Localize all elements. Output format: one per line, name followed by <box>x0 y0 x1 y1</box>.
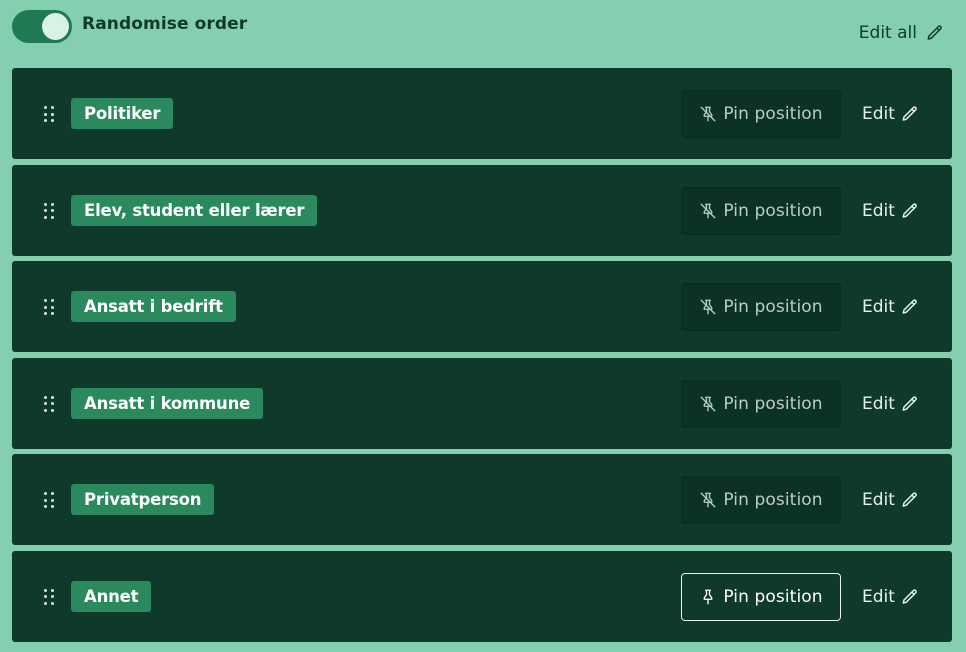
edit-button[interactable]: Edit <box>862 584 919 610</box>
pin-position-label: Pin position <box>723 200 823 221</box>
option-row: Privatperson Pin position Edit <box>12 454 952 546</box>
drag-handle-icon[interactable] <box>44 395 54 412</box>
edit-label: Edit <box>862 104 895 124</box>
option-row: Elev, student eller lærer Pin position E… <box>12 164 952 256</box>
list-header: Randomise order Edit all <box>0 0 966 68</box>
toggle-knob <box>42 13 69 40</box>
pin-off-icon <box>700 492 716 508</box>
pencil-icon <box>902 106 917 121</box>
pin-position-button[interactable]: Pin position <box>681 379 841 428</box>
pin-position-button[interactable]: Pin position <box>681 90 841 138</box>
pin-position-label: Pin position <box>723 393 823 414</box>
edit-label: Edit <box>862 200 895 221</box>
option-label: Elev, student eller lærer <box>71 194 318 226</box>
pencil-icon <box>927 25 942 40</box>
drag-handle-icon[interactable] <box>44 492 54 509</box>
edit-button[interactable]: Edit <box>862 487 919 513</box>
pin-position-button[interactable]: Pin position <box>681 186 841 235</box>
drag-handle-icon[interactable] <box>44 299 54 316</box>
pencil-icon <box>902 492 917 508</box>
pin-position-button[interactable]: Pin position <box>681 572 841 621</box>
drag-handle-icon[interactable] <box>44 106 54 122</box>
pin-off-icon <box>700 396 716 412</box>
pin-position-label: Pin position <box>723 104 823 124</box>
edit-button[interactable]: Edit <box>862 198 919 224</box>
drag-handle-icon[interactable] <box>44 588 54 605</box>
edit-all-button[interactable]: Edit all <box>859 20 944 46</box>
pin-position-button[interactable]: Pin position <box>681 476 841 525</box>
option-row: Ansatt i kommune Pin position Edit <box>12 357 952 449</box>
option-label: Politiker <box>71 98 174 129</box>
edit-label: Edit <box>862 490 895 511</box>
pin-position-label: Pin position <box>723 297 823 318</box>
randomise-order-toggle[interactable] <box>12 10 72 43</box>
edit-button[interactable]: Edit <box>862 391 919 417</box>
randomise-order-label: Randomise order <box>82 14 248 34</box>
edit-button[interactable]: Edit <box>862 294 919 320</box>
option-label: Annet <box>71 580 152 612</box>
pencil-icon <box>902 396 917 411</box>
pencil-icon <box>902 299 917 314</box>
option-label: Privatperson <box>71 484 215 516</box>
option-label: Ansatt i bedrift <box>71 291 236 323</box>
option-row: Annet Pin position Edit <box>12 550 952 642</box>
drag-handle-icon[interactable] <box>44 202 54 219</box>
option-list: Politiker Pin position Edit Elev, studen… <box>12 68 952 642</box>
edit-all-label: Edit all <box>858 23 917 43</box>
pin-position-button[interactable]: Pin position <box>681 283 841 332</box>
edit-label: Edit <box>862 393 895 414</box>
edit-label: Edit <box>862 297 895 318</box>
edit-button[interactable]: Edit <box>862 101 919 127</box>
pin-off-icon <box>700 299 716 315</box>
edit-label: Edit <box>862 586 895 607</box>
option-row: Ansatt i bedrift Pin position Edit <box>12 261 952 353</box>
pencil-icon <box>902 203 917 218</box>
pin-position-label: Pin position <box>723 490 823 511</box>
pin-icon <box>703 589 713 605</box>
pin-off-icon <box>700 106 716 122</box>
option-label: Ansatt i kommune <box>71 387 264 419</box>
pencil-icon <box>902 589 917 604</box>
option-row: Politiker Pin position Edit <box>12 68 952 159</box>
pin-position-label: Pin position <box>723 586 823 607</box>
pin-off-icon <box>700 203 716 219</box>
